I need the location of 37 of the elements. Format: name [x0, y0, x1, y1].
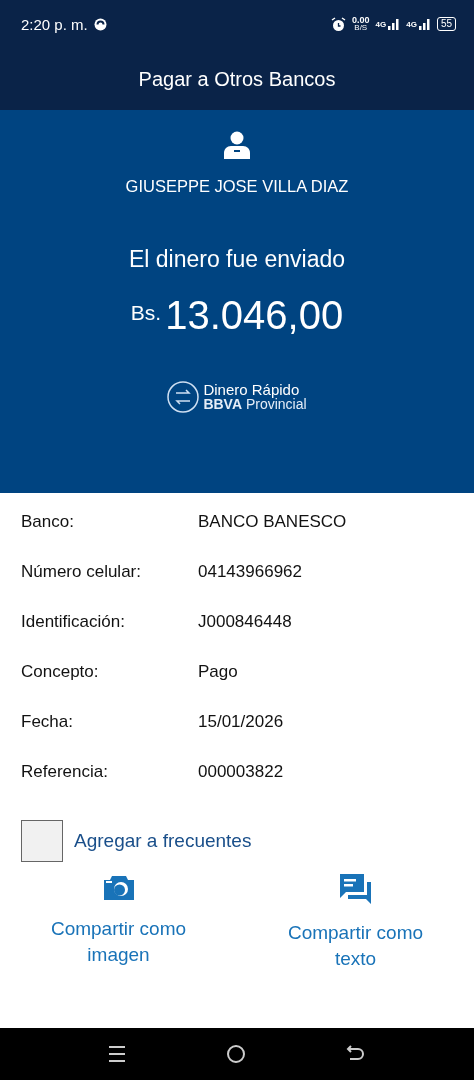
speed-unit: B/S [354, 24, 368, 32]
speed-value: 0.00 [352, 16, 370, 24]
detail-value: BANCO BANESCO [198, 512, 347, 532]
detail-value: 15/01/2026 [198, 712, 284, 732]
recipient-name: GIUSEPPE JOSE VILLA DIAZ [125, 177, 349, 196]
person-icon [224, 131, 250, 159]
currency: Bs. [130, 301, 162, 325]
success-message: El dinero fue enviado [128, 246, 346, 273]
chat-bubbles-icon[interactable] [339, 874, 372, 904]
network-type: 4G [375, 19, 387, 29]
share-link[interactable]: Compartir como imagen [33, 916, 204, 968]
transfer-logo-icon [167, 381, 200, 413]
detail-label: Fecha: [21, 712, 74, 732]
signal-icon [388, 18, 401, 30]
detail-label: Referencia: [21, 762, 109, 782]
detail-value: 04143966962 [198, 562, 302, 582]
menu-icon[interactable] [108, 1045, 126, 1063]
status-time: 2:20 p. m. [21, 15, 88, 33]
amount: 13.046,00 [165, 293, 344, 338]
app-notification-icon [93, 17, 107, 31]
screen-title: Pagar a Otros Bancos [138, 67, 336, 91]
battery-level: 55 [436, 17, 456, 31]
detail-value: Pago [198, 662, 238, 682]
home-icon[interactable] [226, 1044, 246, 1064]
checkbox-label[interactable]: Agregar a frecuentes [74, 830, 252, 852]
checkbox[interactable] [21, 820, 63, 862]
alarm-icon [331, 16, 346, 32]
detail-value: J000846448 [198, 612, 292, 632]
share-link[interactable]: Compartir como texto [270, 920, 441, 972]
detail-value: 000003822 [198, 762, 284, 782]
camera-icon[interactable] [103, 874, 134, 900]
signal-icon [418, 18, 431, 30]
detail-label: Número celular: [21, 562, 142, 582]
network-type: 4G [406, 19, 417, 29]
detail-label: Banco: [21, 512, 75, 532]
detail-label: Concepto: [21, 662, 100, 682]
detail-label: Identificación: [21, 612, 126, 632]
